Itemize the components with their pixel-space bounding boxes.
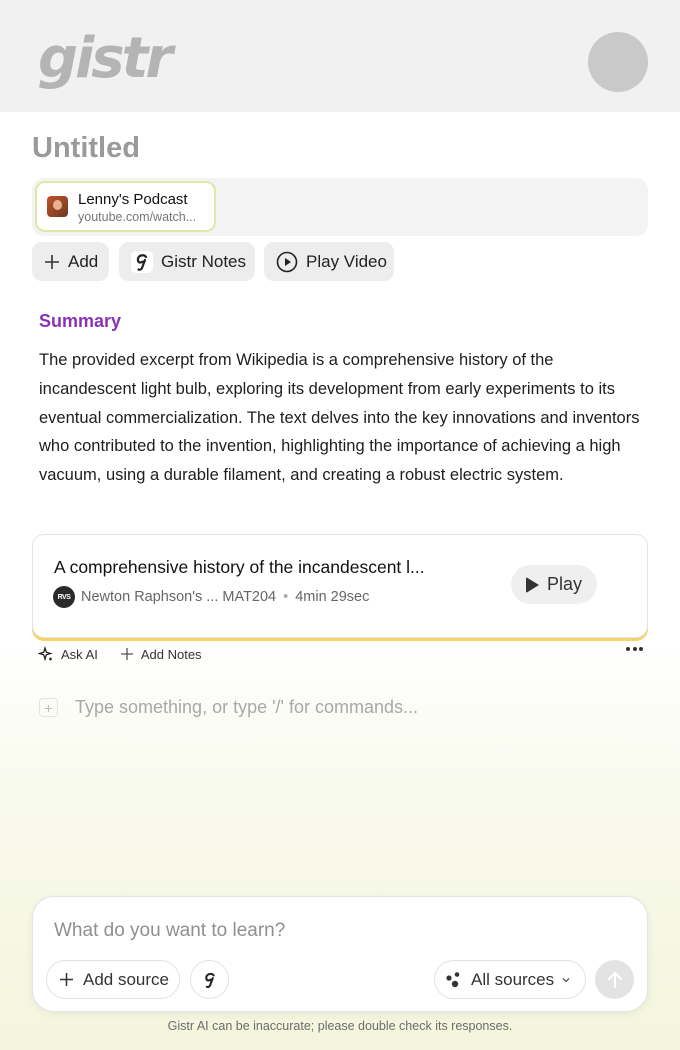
source-url: youtube.com/watch... [78,210,197,224]
gistr-icon [204,972,215,988]
arrow-up-icon [607,971,622,988]
summary-heading: Summary [39,311,122,331]
add-source-button[interactable]: Add source [46,960,180,999]
send-button[interactable] [595,960,634,999]
meta-separator: • [283,589,289,605]
plus-icon [120,648,133,660]
user-avatar[interactable] [588,32,648,92]
editor-placeholder[interactable]: Type something, or type '/' for commands… [75,697,418,718]
add-notes-button[interactable]: Add Notes [120,647,202,662]
ask-ai-button[interactable]: Ask AI [38,646,98,662]
source-name: Lenny's Podcast [78,191,188,208]
add-button[interactable]: Add [32,242,109,281]
episode-duration: 4min 29sec [295,589,370,605]
add-notes-label: Add Notes [140,646,202,662]
gistr-notes-button[interactable]: Gistr Notes [119,242,255,281]
block-add-icon[interactable]: + [39,698,58,717]
plus-icon [44,254,60,270]
podcast-thumbnail-icon [47,196,68,217]
source-chip[interactable]: Lenny's Podcast youtube.com/watch... [35,181,216,232]
play-video-button[interactable]: Play Video [264,242,394,281]
play-circle-icon [276,251,298,273]
sources-icon [446,971,460,987]
episode-meta: RVS Newton Raphson's ... MAT204 • 4min 2… [53,586,369,608]
all-sources-dropdown[interactable]: All sources [434,960,586,999]
chevron-down-icon [562,977,570,982]
play-icon [525,576,539,593]
add-button-label: Add [68,251,99,271]
channel-logo-icon: RVS [53,586,75,608]
editor-row[interactable]: + Type something, or type '/' for comman… [39,697,418,718]
notes-toolbar: Ask AI Add Notes [38,646,224,662]
gistr-notes-label: Gistr Notes [161,251,247,271]
learn-input[interactable]: What do you want to learn? [54,920,285,942]
chat-composer: What do you want to learn? Add source Al… [32,896,648,1012]
channel-name: Newton Raphson's ... MAT204 [81,589,277,605]
plus-icon [60,973,73,986]
add-source-label: Add source [83,969,169,989]
gistr-mode-button[interactable] [190,960,229,999]
summary-text: The provided excerpt from Wikipedia is a… [39,351,640,485]
more-options-icon[interactable] [626,647,646,651]
top-bar: gistr [0,0,680,112]
play-button-label: Play [546,574,582,594]
episode-card[interactable]: A comprehensive history of the incandesc… [32,534,648,638]
gistr-icon [131,250,153,273]
gistr-logo[interactable]: gistr [38,28,173,90]
all-sources-label: All sources [471,969,555,989]
ask-ai-label: Ask AI [61,646,98,662]
episode-title: A comprehensive history of the incandesc… [54,557,425,577]
sources-strip: Lenny's Podcast youtube.com/watch... [32,178,648,236]
play-video-label: Play Video [306,251,387,271]
page-title[interactable]: Untitled [32,132,140,165]
sparkle-icon [38,646,53,662]
ai-disclaimer: Gistr AI can be inaccurate; please doubl… [167,1019,513,1033]
play-button[interactable]: Play [511,565,597,604]
